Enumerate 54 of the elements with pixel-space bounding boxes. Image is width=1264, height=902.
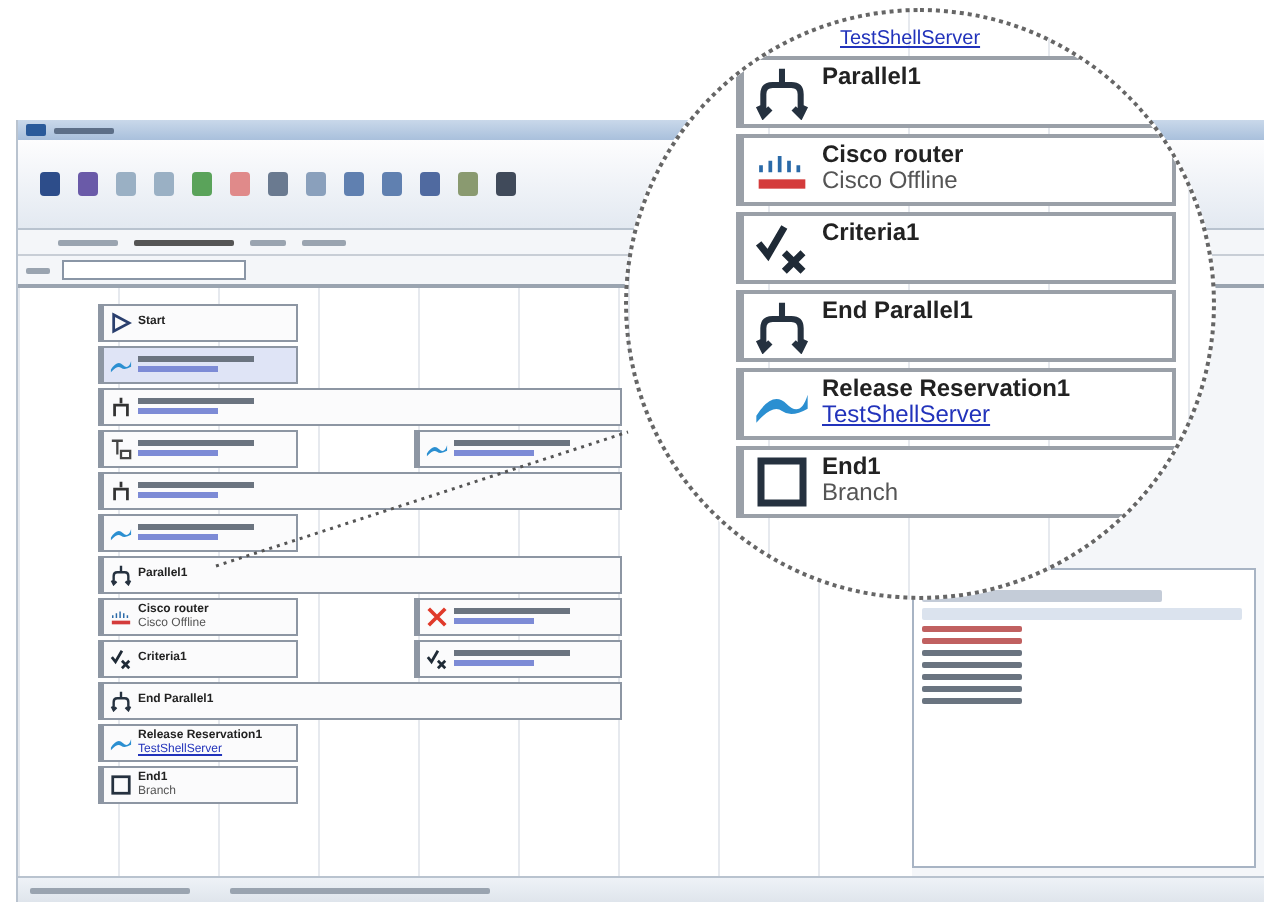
- flow-node[interactable]: Criteria1: [736, 212, 1176, 284]
- blurred-label-drawing: [138, 440, 258, 458]
- split-icon: [754, 64, 810, 120]
- toolbar-icon[interactable]: [38, 170, 62, 198]
- toolbar-icon[interactable]: [76, 170, 100, 198]
- node-title: Criteria1: [822, 220, 920, 246]
- split-icon: [110, 690, 132, 712]
- flow-node[interactable]: [414, 598, 622, 636]
- node-subtitle: Branch: [822, 479, 899, 505]
- blurred-label-drawing: [138, 524, 258, 542]
- blurred-label-drawing: [454, 650, 574, 668]
- flow-node[interactable]: End Parallel1: [736, 290, 1176, 362]
- blurred-label-drawing: [138, 398, 258, 416]
- blurred-label-drawing: [454, 608, 574, 626]
- flow-node[interactable]: [98, 388, 622, 426]
- router-logo-icon: [110, 606, 132, 628]
- square-icon: [110, 774, 132, 796]
- node-title: Cisco router: [822, 142, 964, 168]
- cross-icon: [426, 606, 448, 628]
- split-icon: [754, 298, 810, 354]
- blurred-label-drawing: [138, 356, 258, 374]
- fork-icon: [110, 480, 132, 502]
- blurred-label-drawing: [454, 440, 574, 458]
- blurred-label-drawing: [138, 482, 258, 500]
- flow-node[interactable]: [98, 472, 622, 510]
- check-cross-icon: [110, 648, 132, 670]
- check-cross-icon: [426, 648, 448, 670]
- flow-node[interactable]: [98, 430, 298, 468]
- flow-node[interactable]: [98, 346, 298, 384]
- node-subtitle: Cisco Offline: [822, 167, 960, 193]
- node-link[interactable]: TestShellServer: [822, 401, 1071, 427]
- node-title: End Parallel1: [822, 298, 973, 324]
- view-dropdown[interactable]: [62, 260, 246, 280]
- toolbar-icon[interactable]: [494, 170, 518, 198]
- flow-node[interactable]: Cisco router Cisco Offline: [736, 134, 1176, 206]
- flow-node[interactable]: [414, 430, 622, 468]
- flow-node[interactable]: [414, 640, 622, 678]
- split-icon: [110, 564, 132, 586]
- toolbar-icon[interactable]: [342, 170, 366, 198]
- play-icon: [110, 312, 132, 334]
- check-cross-icon: [754, 220, 810, 276]
- node-title: Release Reservation1: [822, 376, 1071, 402]
- node-title: Parallel1: [822, 64, 921, 90]
- node-title: End1: [822, 454, 883, 480]
- node-link[interactable]: TestShellServer: [840, 28, 981, 50]
- flow-node[interactable]: Release Reservation1 TestShellServer: [736, 368, 1176, 440]
- flow-node[interactable]: End1 Branch: [736, 446, 1176, 518]
- toolbar-icon[interactable]: [418, 170, 442, 198]
- flow-node[interactable]: [98, 514, 298, 552]
- fork-icon: [110, 396, 132, 418]
- square-icon: [754, 454, 810, 510]
- config-icon: [110, 438, 132, 460]
- toolbar-icon[interactable]: [266, 170, 290, 198]
- toolbar-icon[interactable]: [380, 170, 404, 198]
